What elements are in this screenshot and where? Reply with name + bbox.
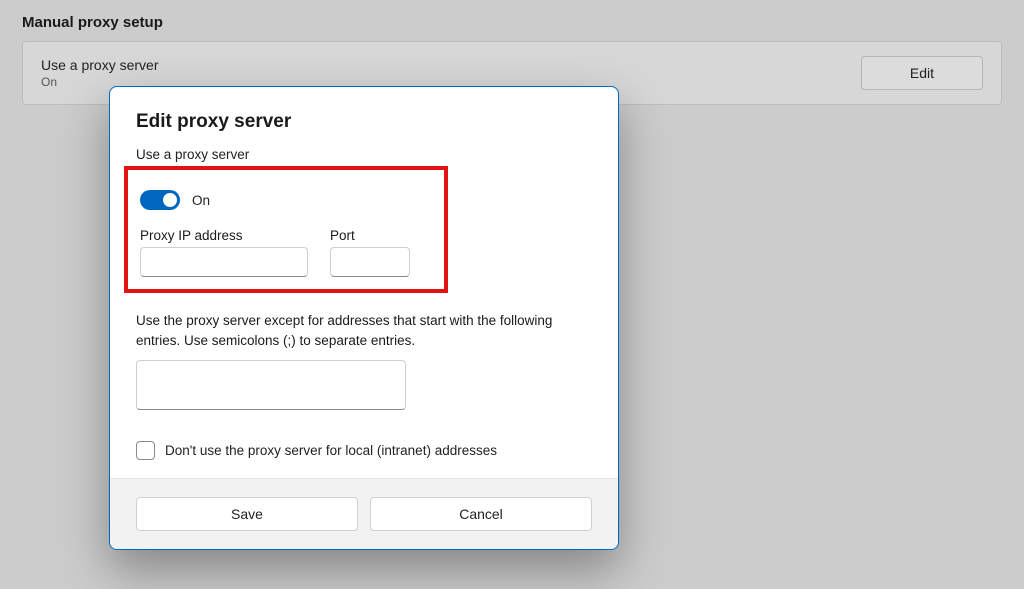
use-proxy-toggle[interactable] (140, 190, 180, 210)
dialog-body: Edit proxy server Use a proxy server On … (110, 87, 618, 478)
section-heading: Manual proxy setup (22, 14, 1002, 31)
edit-proxy-dialog: Edit proxy server Use a proxy server On … (109, 86, 619, 550)
proxy-port-input[interactable] (330, 247, 410, 277)
card-primary-text: Use a proxy server (41, 57, 158, 73)
ip-port-row: Proxy IP address Port (140, 228, 432, 277)
toggle-state-label: On (192, 193, 210, 208)
port-field: Port (330, 228, 410, 277)
use-proxy-label: Use a proxy server (136, 147, 592, 162)
local-bypass-checkbox[interactable] (136, 441, 155, 460)
toggle-knob (163, 193, 177, 207)
local-bypass-row: Don't use the proxy server for local (in… (136, 441, 592, 460)
toggle-row: On (140, 190, 432, 210)
dialog-footer: Save Cancel (110, 478, 618, 549)
save-button[interactable]: Save (136, 497, 358, 531)
edit-button[interactable]: Edit (861, 56, 983, 90)
proxy-card-text: Use a proxy server On (41, 57, 158, 89)
exceptions-textarea[interactable] (136, 360, 406, 410)
ip-field: Proxy IP address (140, 228, 308, 277)
port-label: Port (330, 228, 410, 243)
proxy-ip-input[interactable] (140, 247, 308, 277)
highlight-annotation: On Proxy IP address Port (124, 166, 448, 293)
ip-label: Proxy IP address (140, 228, 308, 243)
exceptions-description: Use the proxy server except for addresse… (136, 311, 576, 350)
cancel-button[interactable]: Cancel (370, 497, 592, 531)
dialog-title: Edit proxy server (136, 111, 592, 133)
local-bypass-label: Don't use the proxy server for local (in… (165, 443, 497, 458)
